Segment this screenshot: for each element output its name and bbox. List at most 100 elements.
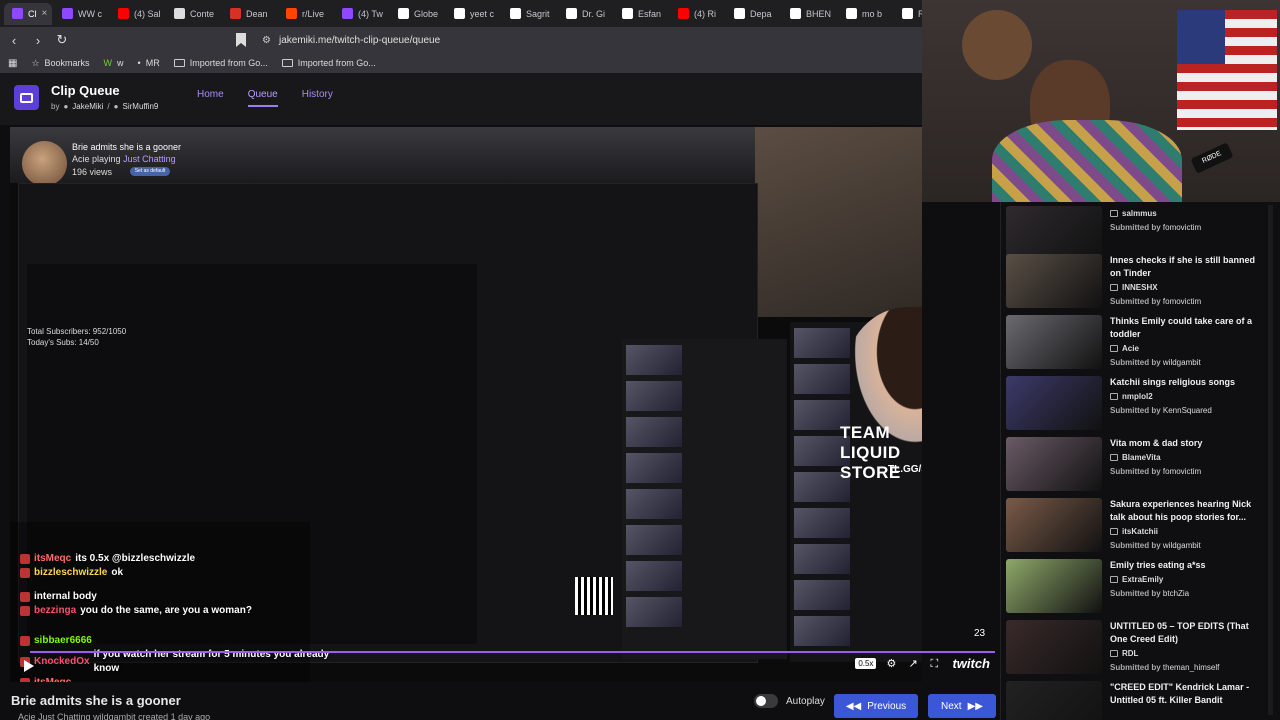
channel-icon [1110,345,1118,352]
queue-item[interactable]: Emily tries eating a*ss ExtraEmily Submitt… [1006,557,1268,615]
mini-thumb [626,381,682,411]
queue-item[interactable]: Sakura experiences hearing Nick talk abo… [1006,496,1268,554]
queue-item[interactable]: Vita mom & dad story BlameVita Submitted b… [1006,435,1268,493]
sub-counter: Total Subscribers: 952/1050 Today's Subs… [27,327,127,347]
screen: Cl × WW c (4) Sal Conte Dean r/Live (4) Tw Globe… [0,0,1280,720]
queue-item[interactable]: "CREED EDIT" Kendrick Lamar - Untitled 0… [1006,679,1268,720]
next-button[interactable]: Next ▶▶ [928,694,996,718]
fullscreen-icon[interactable]: ⛶ [930,658,942,670]
set-default-button[interactable]: Set as default [130,167,170,176]
progress-bar[interactable] [30,651,995,653]
x-icon [566,8,577,19]
nav-history[interactable]: History [302,89,333,107]
autoplay-toggle[interactable] [754,694,778,708]
reload-icon[interactable]: ↻ [52,30,72,50]
browser-tab[interactable]: r/Live [278,3,332,25]
browser-tab[interactable]: WW c [54,3,108,25]
tab-label: Esfan [638,8,662,19]
queue-item-title: Emily tries eating a*ss [1110,560,1206,570]
author-link[interactable]: SirMuffin9 [123,102,159,111]
x-icon [510,8,521,19]
browser-tab[interactable]: Dean [222,3,276,25]
clip-queue-logo-icon[interactable] [14,85,39,110]
url-text: jakemiki.me/twitch-clip-queue/queue [278,34,441,46]
mini-thumb [794,544,850,574]
browser-tab[interactable]: mo b [838,3,892,25]
browser-tab[interactable]: Dr. Gi [558,3,612,25]
tab-label: Dean [246,8,268,19]
bookmark-folder[interactable]: Imported from Go... [281,58,376,68]
apps-icon[interactable]: ▦ [8,58,17,69]
bookmark-folder[interactable]: Imported from Go... [173,58,268,68]
queue-item-channel: BlameVita [1110,451,1266,464]
browser-tab[interactable]: (4) Ri [670,3,724,25]
chat-text: you do the same, are you a woman? [80,605,252,616]
queue-item-submitter: Submitted by fomovictim [1110,297,1202,306]
mini-thumb [794,580,850,610]
queue-item[interactable]: Katchii sings religious songs nmplol2 Subm… [1006,374,1268,432]
plush-bear [962,10,1032,80]
queue-item-submitter: Submitted by wildgambit [1110,541,1201,550]
queue-item-submitter: Submitted by KennSquared [1110,406,1212,415]
autoplay-control[interactable]: Autoplay [754,694,825,708]
bookmark-item[interactable]: • MR [138,58,160,68]
browser-tab[interactable]: Conte [166,3,220,25]
browser-tab[interactable]: BHEN [782,3,836,25]
playback-speed-badge[interactable]: 0.5x [855,658,877,669]
tab-label: mo b [862,8,883,19]
player-controls: 0.5x ⚙ ↗ ⛶ twitch [10,651,995,682]
w-icon: W [103,58,113,68]
browser-tab[interactable]: (4) Tw [334,3,388,25]
browser-tab[interactable]: Sagrit [502,3,556,25]
queue-item-channel: RDL [1110,647,1266,660]
chat-username: itsMeqc [34,553,72,564]
browser-tab[interactable]: Depa [726,3,780,25]
share-icon[interactable]: ↗ [908,658,920,670]
queue-item-submitter: Submitted by btchZia [1110,589,1190,598]
bookmark-icon[interactable] [235,32,247,48]
bookmarks-bar: ▦ ☆ Bookmarks Ww • MR Imported from Go... … [0,53,925,73]
address-bar[interactable]: ⚙ jakemiki.me/twitch-clip-queue/queue [254,30,914,50]
queue-item-details: Katchii sings religious songs nmplol2 Subm… [1110,376,1266,417]
x-icon [398,8,409,19]
queue-item-details: UNTITLED 05 – TOP EDITS (That One Creed … [1110,620,1266,674]
queue-item-details: Sakura experiences hearing Nick talk abo… [1110,498,1266,552]
tab-label: WW c [78,8,102,19]
author-link[interactable]: JakeMiki [72,102,103,111]
browser-tab[interactable]: yeet c [446,3,500,25]
queue-item[interactable]: Innes checks if she is still banned on T… [1006,252,1268,310]
previous-button[interactable]: ◀◀ Previous [834,694,918,718]
browser-tab[interactable]: Cl × [4,2,52,25]
browser-tab[interactable]: Globe [390,3,444,25]
queue-item-submitter: Submitted by theman_himself [1110,663,1220,672]
chat-message: bezzinga you do the same, are you a woman… [20,604,340,618]
queue-item-title: Sakura experiences hearing Nick talk abo… [1110,499,1252,522]
browser-tab[interactable]: (4) Sal [110,3,164,25]
play-icon[interactable] [24,660,34,672]
mini-thumb [626,561,682,591]
bookmark-item[interactable]: Ww [104,58,124,68]
queue-item[interactable]: UNTITLED 05 – TOP EDITS (That One Creed … [1006,618,1268,676]
queue-item-title: Innes checks if she is still banned on T… [1110,255,1256,278]
queue-item-submitter: Submitted by fomovictim [1110,223,1202,232]
clip-counter: 23 [974,628,986,639]
queue-item-details: "CREED EDIT" Kendrick Lamar - Untitled 0… [1110,681,1266,707]
queue-item[interactable]: Thinks Emily could take care of a toddle… [1006,313,1268,371]
browser-tab[interactable]: Esfan [614,3,668,25]
tiktok-icon [902,8,913,19]
nav-queue[interactable]: Queue [247,89,278,107]
settings-icon[interactable]: ⚙ [886,658,898,670]
app-title: Clip Queue [51,83,120,98]
forward-icon[interactable]: › [28,30,48,50]
microphone-icon: RØDE [1190,142,1234,174]
site-info-icon[interactable]: ⚙ [262,35,271,46]
mini-thumb [626,489,682,519]
back-icon[interactable]: ‹ [4,30,24,50]
queue-scrollbar[interactable] [1268,205,1273,715]
nav-home[interactable]: Home [197,89,224,107]
bookmark-item[interactable]: ☆ Bookmarks [31,58,89,69]
twitch-logo-icon[interactable]: twitch [952,656,990,671]
clip-views: 196 views [72,167,113,177]
streamer-webcam: RØDE [922,0,1280,202]
close-tab-icon[interactable]: × [42,8,48,19]
